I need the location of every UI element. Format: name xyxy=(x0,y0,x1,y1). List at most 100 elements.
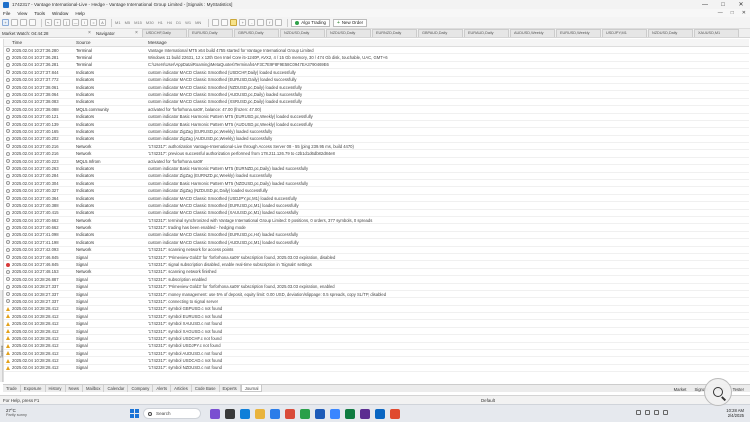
timeframe-h4[interactable]: H4 xyxy=(167,20,172,25)
indicators-icon[interactable]: f xyxy=(266,19,274,26)
profiles-icon[interactable] xyxy=(11,19,18,26)
journal-row[interactable]: 2025.02.04 10:27:40.388 Indicators custom … xyxy=(4,202,749,210)
algo-trading-button[interactable]: Algo Trading xyxy=(291,18,330,27)
journal-row[interactable]: 2025.02.04 10:28:28.412 Signal '1742317': … xyxy=(4,313,749,321)
copilot-icon[interactable] xyxy=(210,409,220,419)
journal-row[interactable]: 2025.02.04 10:27:40.415 Indicators custom … xyxy=(4,210,749,217)
journal-row[interactable]: 2025.02.04 10:27:40.202 Indicators custom … xyxy=(4,136,749,144)
journal-row[interactable]: 2025.02.04 10:28:28.412 Signal '1742317': … xyxy=(4,365,749,373)
journal-row[interactable]: 2025.02.04 10:27:40.284 Indicators custom … xyxy=(4,173,749,181)
timeframe-m30[interactable]: M30 xyxy=(146,20,154,25)
tab-mailbox[interactable]: Mailbox xyxy=(83,385,105,392)
journal-row[interactable]: 2025.02.04 10:27:40.223 MQL5.Infrom activa… xyxy=(4,158,749,166)
journal-row[interactable]: 2025.02.04 10:28:28.412 Signal '1742317': … xyxy=(4,350,749,358)
journal-row[interactable]: 2025.02.04 10:27:38.061 Indicators custom … xyxy=(4,84,749,92)
powerpoint-icon[interactable] xyxy=(390,409,400,419)
zoom-app-icon[interactable] xyxy=(375,409,385,419)
journal-row[interactable]: 2025.02.04 10:28:28.412 Signal '1742317': … xyxy=(4,320,749,328)
wifi-icon[interactable] xyxy=(645,410,650,415)
vertical-line-icon[interactable]: | xyxy=(63,19,70,26)
store-icon[interactable] xyxy=(270,409,280,419)
tab-journal[interactable]: Journal xyxy=(240,385,263,392)
metatrader-icon[interactable] xyxy=(330,409,340,419)
channel-icon[interactable]: = xyxy=(90,19,97,26)
toolbox-side-label[interactable]: Toolbox xyxy=(0,290,4,382)
tab-company[interactable]: Company xyxy=(128,385,154,392)
cursor-icon[interactable]: ↖ xyxy=(45,19,52,26)
timeframe-m1[interactable]: M1 xyxy=(115,20,121,25)
journal-row[interactable]: 2025.02.04 10:27:40.165 Indicators custom … xyxy=(4,128,749,136)
new-chart-icon[interactable]: + xyxy=(2,19,9,26)
timeframe-mn[interactable]: MN xyxy=(195,20,201,25)
tab-alerts[interactable]: Alerts xyxy=(153,385,172,392)
journal-row[interactable]: 2025.02.04 10:27:41.098 Indicators custom … xyxy=(4,232,749,240)
journal-row[interactable]: 2025.02.04 10:27:40.121 Indicators custom … xyxy=(4,114,749,121)
market-link[interactable]: Market xyxy=(674,387,687,392)
journal-row[interactable]: 2025.02.04 10:27:37.772 Indicators custom … xyxy=(4,77,749,84)
child-restore-button[interactable]: □ xyxy=(731,10,734,16)
journal-row[interactable]: 2025.02.04 10:27:42.093 Network '1742317':… xyxy=(4,247,749,254)
chart-tab[interactable]: EURNZD,Daily xyxy=(372,29,417,37)
child-minimize-button[interactable]: — xyxy=(718,10,723,16)
chart-tab[interactable]: NZDUSD,Daily xyxy=(648,29,693,37)
navigator-title[interactable]: Navigator xyxy=(96,31,115,36)
chrome-icon[interactable] xyxy=(300,409,310,419)
menu-file[interactable]: File xyxy=(3,11,10,16)
journal-row[interactable]: 2025.02.04 10:28:28.412 Signal '1742317': … xyxy=(4,328,749,336)
tester-link[interactable]: Tester xyxy=(733,387,744,392)
journal-row[interactable]: 2025.02.04 10:28:27.337 Signal '1742317': … xyxy=(4,284,749,291)
office-icon[interactable] xyxy=(285,409,295,419)
timeframe-h1[interactable]: H1 xyxy=(158,20,163,25)
chart-tab[interactable]: AUDUSD,Weekly xyxy=(510,29,555,37)
tab-calendar[interactable]: Calendar xyxy=(104,385,129,392)
task-view-icon[interactable] xyxy=(225,409,235,419)
chart-tab[interactable]: GBPUSD,Daily xyxy=(234,29,279,37)
journal-row[interactable]: 2025.02.04 10:27:40.304 Indicators custom … xyxy=(4,180,749,188)
candle-chart-icon[interactable] xyxy=(221,19,229,26)
menu-tools[interactable]: Tools xyxy=(34,11,45,16)
tab-trade[interactable]: Trade xyxy=(3,385,21,392)
tab-articles[interactable]: Articles xyxy=(171,385,192,392)
menu-window[interactable]: Window xyxy=(52,11,68,16)
journal-row[interactable]: 2025.02.04 10:27:46.845 Signal '1742317': … xyxy=(4,261,749,269)
tab-exposure[interactable]: Exposure xyxy=(21,385,46,392)
maximize-button[interactable]: □ xyxy=(714,0,732,9)
journal-row[interactable]: 2025.02.04 10:27:41.198 Indicators custom … xyxy=(4,239,749,247)
battery-icon[interactable] xyxy=(663,410,668,415)
journal-row[interactable]: 2025.02.04 10:28:27.337 Signal '1742317': … xyxy=(4,298,749,306)
tab-news[interactable]: News xyxy=(66,385,84,392)
tab-history[interactable]: History xyxy=(46,385,66,392)
timeframe-m5[interactable]: M5 xyxy=(125,20,131,25)
line-chart-icon[interactable] xyxy=(230,19,238,26)
close-icon[interactable]: × xyxy=(88,30,91,36)
journal-row[interactable]: 2025.02.04 10:27:40.662 Network '1742317':… xyxy=(4,217,749,225)
journal-row[interactable]: 2025.02.04 10:28:26.887 Signal '1742317': … xyxy=(4,276,749,284)
data-window-icon[interactable] xyxy=(29,19,36,26)
market-watch-title[interactable]: Market Watch: 04:44:28 xyxy=(2,31,48,36)
market-watch-icon[interactable] xyxy=(20,19,27,26)
journal-row[interactable]: 2025.02.04 10:28:27.337 Signal '1742317': … xyxy=(4,291,749,299)
journal-row[interactable]: 2025.02.04 10:28:28.412 Signal '1742317': … xyxy=(4,306,749,314)
horizontal-line-icon[interactable]: — xyxy=(72,19,79,26)
journal-row[interactable]: 2025.02.04 10:27:36.281 Terminal Windows 1… xyxy=(4,54,749,62)
journal-row[interactable]: 2025.02.04 10:27:46.845 Signal '1742317': … xyxy=(4,254,749,262)
journal-row[interactable]: 2025.02.04 10:27:37.844 Indicators custom … xyxy=(4,69,749,77)
volume-icon[interactable] xyxy=(654,410,659,415)
chart-tab[interactable]: GBPAUD,Daily xyxy=(418,29,463,37)
journal-row[interactable]: 2025.02.04 10:27:38.083 Indicators custom … xyxy=(4,99,749,107)
journal-row[interactable]: 2025.02.04 10:27:40.364 Indicators custom … xyxy=(4,195,749,203)
menu-view[interactable]: View xyxy=(17,11,27,16)
chevron-up-icon[interactable] xyxy=(636,410,641,415)
tile-windows-icon[interactable] xyxy=(257,19,265,26)
journal-row[interactable]: 2025.02.04 10:27:40.327 Indicators custom … xyxy=(4,187,749,195)
child-close-button[interactable]: ✕ xyxy=(742,10,746,16)
bar-chart-icon[interactable] xyxy=(212,19,220,26)
journal-row[interactable]: 2025.02.04 10:27:40.216 Network '1742317':… xyxy=(4,150,749,158)
tab-experts[interactable]: Experts xyxy=(220,385,241,392)
zoom-magnifier-icon[interactable] xyxy=(704,378,732,406)
journal-row[interactable]: 2025.02.04 10:27:40.139 Indicators custom … xyxy=(4,121,749,129)
menu-help[interactable]: Help xyxy=(75,11,84,16)
chart-tab[interactable]: USDCHF,Daily xyxy=(142,29,187,37)
column-message[interactable]: Message xyxy=(148,40,749,45)
taskbar-search[interactable]: Search xyxy=(143,408,201,419)
